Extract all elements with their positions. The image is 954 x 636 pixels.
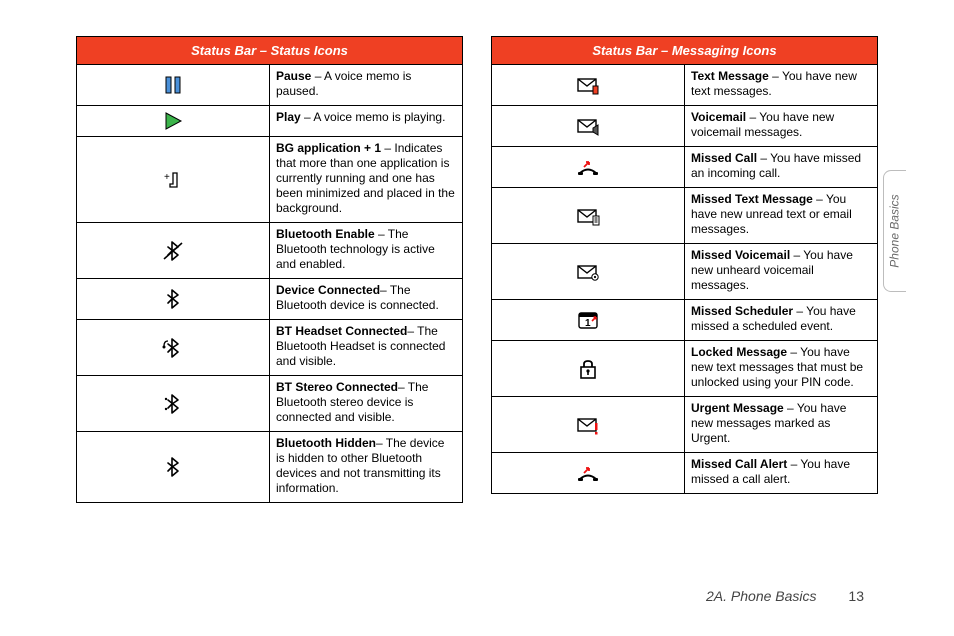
table-row: Device Connected– The Bluetooth device i… — [77, 279, 463, 320]
table-row: Missed Voicemail – You have new unheard … — [492, 244, 878, 300]
pause-icon — [77, 65, 270, 106]
bt-conn-icon — [77, 279, 270, 320]
definition: – A voice memo is playing. — [301, 110, 446, 124]
play-icon — [77, 106, 270, 137]
term: Urgent Message — [691, 401, 784, 415]
term: Missed Text Message — [691, 192, 813, 206]
term: Missed Scheduler — [691, 304, 793, 318]
svg-text:1: 1 — [585, 318, 591, 329]
icon-description: BG application + 1 – Indicates that more… — [270, 137, 463, 223]
table-row: BT Headset Connected– The Bluetooth Head… — [77, 320, 463, 376]
svg-text:+: + — [164, 172, 170, 183]
missed-text-icon — [492, 188, 685, 244]
plus1-icon: + — [77, 137, 270, 223]
term: Missed Call Alert — [691, 457, 787, 471]
table-row: Bluetooth Enable – The Bluetooth technol… — [77, 223, 463, 279]
term: BT Stereo Connected — [276, 380, 398, 394]
term: Pause — [276, 69, 311, 83]
icon-description: Missed Scheduler – You have missed a sch… — [685, 300, 878, 341]
table-row: Text Message – You have new text message… — [492, 65, 878, 106]
page-footer: 2A. Phone Basics 13 — [706, 588, 864, 604]
term: BT Headset Connected — [276, 324, 407, 338]
missed-call-icon — [492, 147, 685, 188]
icon-description: Text Message – You have new text message… — [685, 65, 878, 106]
table-header: Status Bar – Messaging Icons — [492, 37, 878, 65]
bt-hidden-icon — [77, 432, 270, 503]
text-msg-icon — [492, 65, 685, 106]
side-tab: Phone Basics — [883, 170, 906, 292]
icon-description: BT Stereo Connected– The Bluetooth stere… — [270, 376, 463, 432]
page-body: Status Bar – Status Icons Pause – A voic… — [0, 0, 954, 503]
column-right: Status Bar – Messaging Icons Text Messag… — [491, 36, 878, 503]
missed-alert-icon — [492, 453, 685, 494]
icon-description: Bluetooth Hidden– The device is hidden t… — [270, 432, 463, 503]
term: Play — [276, 110, 301, 124]
table-row: + BG application + 1 – Indicates that mor… — [77, 137, 463, 223]
table-row: BT Stereo Connected– The Bluetooth stere… — [77, 376, 463, 432]
table-row: Missed Call – You have missed an incomin… — [492, 147, 878, 188]
term: Voicemail — [691, 110, 746, 124]
icon-description: Missed Call – You have missed an incomin… — [685, 147, 878, 188]
icon-description: Bluetooth Enable – The Bluetooth technol… — [270, 223, 463, 279]
icon-description: Missed Text Message – You have new unrea… — [685, 188, 878, 244]
bt-headset-icon — [77, 320, 270, 376]
term: Device Connected — [276, 283, 380, 297]
icon-description: Locked Message – You have new text messa… — [685, 341, 878, 397]
column-left: Status Bar – Status Icons Pause – A voic… — [76, 36, 463, 503]
table-row: Voicemail – You have new voicemail messa… — [492, 106, 878, 147]
term: Missed Voicemail — [691, 248, 790, 262]
footer-section: 2A. Phone Basics — [706, 588, 817, 604]
term: Missed Call — [691, 151, 757, 165]
term: Locked Message — [691, 345, 787, 359]
term: Bluetooth Enable — [276, 227, 375, 241]
missed-vm-icon — [492, 244, 685, 300]
table-row: 1 Missed Scheduler – You have missed a sc… — [492, 300, 878, 341]
bt-stereo-icon — [77, 376, 270, 432]
table-row: Missed Call Alert – You have missed a ca… — [492, 453, 878, 494]
table-row: Bluetooth Hidden– The device is hidden t… — [77, 432, 463, 503]
voicemail-icon — [492, 106, 685, 147]
icon-description: Voicemail – You have new voicemail messa… — [685, 106, 878, 147]
icon-description: Device Connected– The Bluetooth device i… — [270, 279, 463, 320]
table-row: Missed Text Message – You have new unrea… — [492, 188, 878, 244]
icon-description: Pause – A voice memo is paused. — [270, 65, 463, 106]
table-header: Status Bar – Status Icons — [77, 37, 463, 65]
table-row: Pause – A voice memo is paused. — [77, 65, 463, 106]
locked-msg-icon — [492, 341, 685, 397]
icon-description: Missed Call Alert – You have missed a ca… — [685, 453, 878, 494]
table-row: Locked Message – You have new text messa… — [492, 341, 878, 397]
icon-description: Missed Voicemail – You have new unheard … — [685, 244, 878, 300]
footer-page-number: 13 — [848, 588, 864, 604]
table-row: Play – A voice memo is playing. — [77, 106, 463, 137]
status-icons-table: Status Bar – Status Icons Pause – A voic… — [76, 36, 463, 503]
missed-sched-icon: 1 — [492, 300, 685, 341]
term: BG application + 1 — [276, 141, 381, 155]
messaging-icons-table: Status Bar – Messaging Icons Text Messag… — [491, 36, 878, 494]
term: Bluetooth Hidden — [276, 436, 376, 450]
icon-description: Play – A voice memo is playing. — [270, 106, 463, 137]
bt-enable-icon — [77, 223, 270, 279]
term: Text Message — [691, 69, 769, 83]
side-tab-label: Phone Basics — [888, 194, 902, 267]
icon-description: BT Headset Connected– The Bluetooth Head… — [270, 320, 463, 376]
table-row: Urgent Message – You have new messages m… — [492, 397, 878, 453]
urgent-msg-icon — [492, 397, 685, 453]
icon-description: Urgent Message – You have new messages m… — [685, 397, 878, 453]
